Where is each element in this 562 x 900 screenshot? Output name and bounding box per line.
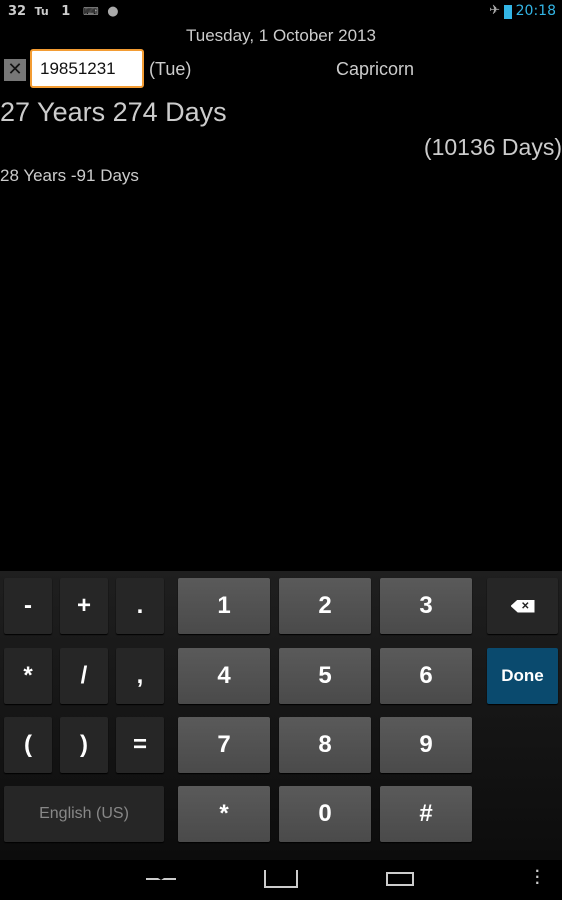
symbol-key[interactable]: , [116,648,164,704]
digit-key[interactable]: 7 [178,717,270,773]
airplane-icon: ✈ [489,3,500,18]
notification-day: Tu [34,5,49,18]
symbol-key[interactable]: - [4,578,52,634]
language-key[interactable]: English (US) [4,786,164,842]
digit-key[interactable]: 3 [380,578,472,634]
menu-icon[interactable]: · · · [535,865,540,889]
next-birthday-diff: 28 Years -91 Days [0,166,139,185]
digit-key[interactable]: 0 [279,786,371,842]
digit-key[interactable]: 9 [380,717,472,773]
digit-key[interactable]: 6 [380,648,472,704]
status-bar: 32 Tu 1 ⌨ ● ✈ 20:18 [0,0,562,24]
symbol-key[interactable]: + [60,578,108,634]
home-icon[interactable] [264,870,298,888]
symbol-key[interactable]: = [116,717,164,773]
birthdate-input[interactable] [30,49,144,88]
symbol-key[interactable]: ) [60,717,108,773]
digit-key[interactable]: 8 [279,717,371,773]
notification-icons: 32 Tu 1 ⌨ ● [8,4,119,19]
clear-button[interactable]: ✕ [4,59,26,81]
back-icon[interactable] [146,870,176,880]
total-days: (10136 Days) [423,134,562,160]
zodiac-label: Capricorn [336,59,415,79]
symbol-key[interactable]: ( [4,717,52,773]
notification-count: 1 [61,4,71,19]
current-date: Tuesday, 1 October 2013 [186,26,376,45]
digit-key[interactable]: 2 [279,578,371,634]
done-key[interactable]: Done [487,648,558,704]
symbol-key[interactable]: * [4,648,52,704]
battery-charging-icon [504,5,512,19]
digit-key[interactable]: 5 [279,648,371,704]
clock: 20:18 [515,3,556,19]
symbol-key[interactable]: / [60,648,108,704]
digit-key[interactable]: 1 [178,578,270,634]
digit-key[interactable]: 4 [178,648,270,704]
digit-key[interactable]: * [178,786,270,842]
android-icon: ● [107,4,119,19]
notification-temp: 32 [8,4,27,19]
symbol-key[interactable]: . [116,578,164,634]
recents-icon[interactable] [386,872,414,886]
keyboard-icon: ⌨ [82,5,99,18]
backspace-icon: ✕ [510,599,535,613]
digit-key[interactable]: # [380,786,472,842]
backspace-key[interactable]: ✕ [487,578,558,634]
age-result: 27 Years 274 Days [0,97,227,127]
weekday-label: (Tue) [149,59,192,79]
navigation-bar: · · · [0,860,562,900]
